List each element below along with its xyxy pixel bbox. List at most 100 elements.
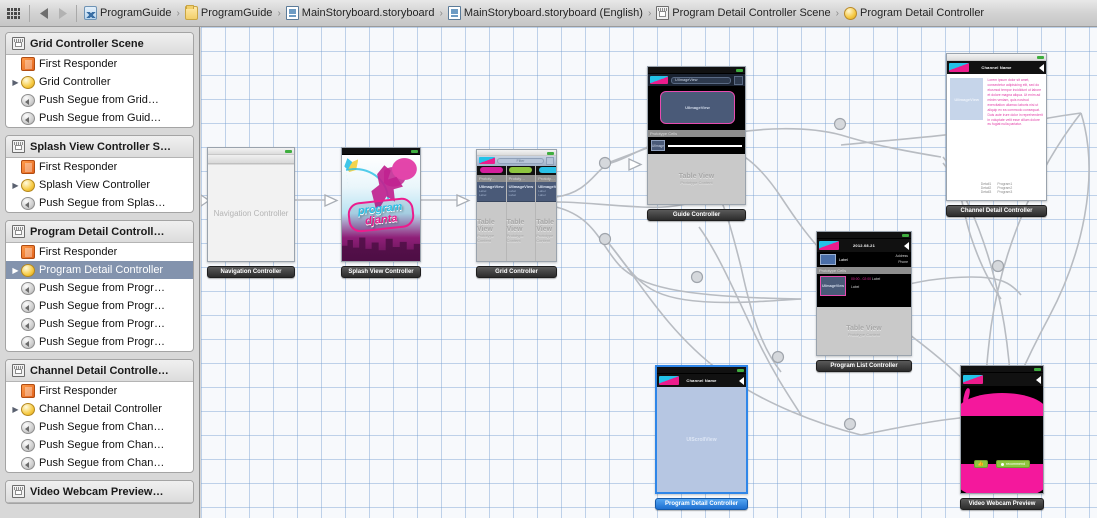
outline-scene-grid-controller[interactable]: Grid Controller Scene ▶ First Responder … [5,32,194,128]
filter-field[interactable]: Filter [497,157,544,164]
scene-navigation-controller[interactable]: Navigation Controller Navigation Control… [207,147,295,278]
grid-toggle-icon[interactable] [546,156,554,165]
scene-label-program-detail-controller[interactable]: Program Detail Controller [655,498,748,510]
guide-media-area[interactable]: UIImageView [648,86,745,130]
outline-scene-header[interactable]: Splash View Controller S… [6,136,193,158]
scene-label-channel-detail-controller[interactable]: Channel Detail Controller [946,205,1047,217]
outline-scene-header[interactable]: Channel Detail Controlle… [6,360,193,382]
outline-row-grid-controller[interactable]: ▶ Grid Controller [6,73,193,91]
scene-label-splash-view-controller[interactable]: Splash View Controller [341,266,421,278]
grid-filter-button-trends[interactable] [509,167,533,174]
program-list-device[interactable]: 2012.08.21 Label Address Phone Prototype… [816,231,912,356]
like-button[interactable]: 👍 [974,460,988,469]
outline-row-channel-detail-controller[interactable]: ▶ Channel Detail Controller [6,400,193,418]
program-detail-device[interactable]: Channel Name UIScrollView [655,365,748,494]
outline-scene-channel-detail-controller[interactable]: Channel Detail Controlle… ▶ First Respon… [5,359,194,473]
outline-scene-header[interactable]: Video Webcam Preview… [6,481,193,503]
breadcrumb-item-storyboard-english[interactable]: MainStoryboard.storyboard (English) [446,3,645,23]
storyboard-canvas[interactable]: Navigation Controller Navigation Control… [201,27,1097,518]
scene-label-program-list-controller[interactable]: Program List Controller [816,360,912,372]
breadcrumb-item-folder[interactable]: ProgramGuide [183,3,275,23]
outline-row-first-responder[interactable]: ▶ First Responder [6,243,193,261]
grid-column[interactable]: Prototy… UIImageView LabelLabel Table Vi… [477,165,507,261]
related-items-grid-icon[interactable] [7,7,20,19]
outline-row-program-detail-controller[interactable]: ▶ Program Detail Controller [6,261,193,279]
outline-scene-header[interactable]: Program Detail Controll… [6,221,193,243]
navigation-controller-device[interactable]: Navigation Controller [207,147,295,262]
scene-splash-view-controller[interactable]: program djanta Splash View Controller [341,147,421,278]
outline-row-segue[interactable]: ▶ Push Segue from Grid… [6,91,193,109]
outline-row-segue[interactable]: ▶ Push Segue from Progr… [6,333,193,351]
guide-prototype-cell[interactable]: UIImage [648,137,745,154]
scene-label-guide-controller[interactable]: Guide Controller [647,209,746,221]
grid-controller-device[interactable]: Filter Prototy… UIImageView LabelLabel [476,149,557,262]
recommend-button[interactable]: recommend [996,460,1030,469]
grid-prototype-cell[interactable]: UIImageView LabelLabel [506,181,536,202]
outline-scene-splash-view-controller[interactable]: Splash View Controller S… ▶ First Respon… [5,135,194,213]
outline-scene-video-webcam-preview[interactable]: Video Webcam Preview… [5,480,194,504]
outline-row-segue[interactable]: ▶ Push Segue from Progr… [6,297,193,315]
video-webcam-device[interactable]: 👍 recommend [960,365,1044,494]
scene-program-detail-controller[interactable]: Channel Name UIScrollView Program Detail… [655,365,748,510]
grid-filter-button-my-list[interactable] [479,167,503,174]
outline-row-segue[interactable]: ▶ Push Segue from Chan… [6,418,193,436]
outline-row-segue[interactable]: ▶ Push Segue from Chan… [6,436,193,454]
outline-row-first-responder[interactable]: ▶ First Responder [6,158,193,176]
outline-row-label: Push Segue from Chan… [39,457,165,469]
app-logo-icon [949,63,969,72]
disclosure-triangle-icon[interactable]: ▶ [10,78,21,87]
disclosure-triangle-icon[interactable]: ▶ [10,181,21,190]
outline-row-segue[interactable]: ▶ Push Segue from Chan… [6,454,193,472]
guide-controller-device[interactable]: UIImageView UIImageView Prototype Cells … [647,66,746,205]
channel-detail-device[interactable]: Channel Name UIImageView Lorem ipsum dol… [946,53,1047,201]
disclosure-triangle-icon[interactable]: ▶ [10,266,21,275]
grid-prototype-cell[interactable]: UIImageView LabelLabel [477,181,506,202]
scene-icon [12,140,25,153]
back-chevron-icon[interactable] [1036,375,1041,384]
scene-label-video-webcam-preview[interactable]: Video Webcam Preview [960,498,1044,510]
disclosure-triangle-icon[interactable]: ▶ [10,405,21,414]
scene-label-grid-controller[interactable]: Grid Controller [476,266,557,278]
forward-arrow-icon[interactable] [54,5,70,21]
outline-row-label: First Responder [39,58,118,70]
outline-scene-program-detail-controller[interactable]: Program Detail Controll… ▶ First Respond… [5,220,194,352]
grid-column[interactable]: Prototy… UIImageView LabelLabel Table Vi… [536,165,556,261]
scene-program-list-controller[interactable]: 2012.08.21 Label Address Phone Prototype… [816,231,912,372]
document-outline-panel[interactable]: Grid Controller Scene ▶ First Responder … [0,27,200,518]
grid-column[interactable]: Prototy… UIImageView LabelLabel Table Vi… [506,165,537,261]
outline-row-segue[interactable]: ▶ Push Segue from Progr… [6,315,193,333]
webcam-video-area[interactable] [961,426,1043,455]
program-detail-scroll-view[interactable]: UIScrollView [657,387,746,492]
outline-scene-header[interactable]: Grid Controller Scene [6,33,193,55]
grid-toggle-icon[interactable] [734,75,743,85]
navigation-bar: Channel Name [657,374,746,387]
scene-video-webcam-preview[interactable]: 👍 recommend Video Webcam Preview [960,365,1044,510]
program-list-prototype-cell[interactable]: UIImageView 00:00 - 02:00 Label Label [817,274,911,307]
outline-row-first-responder[interactable]: ▶ First Responder [6,382,193,400]
outline-row-segue[interactable]: ▶ Push Segue from Guid… [6,109,193,127]
outline-row-segue[interactable]: ▶ Push Segue from Progr… [6,279,193,297]
back-chevron-icon[interactable] [1039,63,1044,72]
back-arrow-icon[interactable] [36,5,52,21]
outline-row-segue[interactable]: ▶ Push Segue from Splas… [6,194,193,212]
guide-search-field[interactable]: UIImageView [671,76,731,84]
back-chevron-icon[interactable] [739,376,744,385]
segue-icon [21,336,35,349]
breadcrumb-item-project[interactable]: ProgramGuide [82,3,174,23]
outline-row-label: First Responder [39,385,118,397]
breadcrumb-separator: › [647,7,652,19]
scene-grid-controller[interactable]: Filter Prototy… UIImageView LabelLabel [476,149,557,278]
scene-channel-detail-controller[interactable]: Channel Name UIImageView Lorem ipsum dol… [946,53,1047,217]
grid-filter-button-best-of[interactable] [539,167,556,174]
breadcrumb-item-controller[interactable]: Program Detail Controller [842,3,986,23]
navigation-bar: Channel Name [947,61,1046,74]
breadcrumb-item-storyboard[interactable]: MainStoryboard.storyboard [284,3,437,23]
splash-device[interactable]: program djanta [341,147,421,262]
grid-prototype-cell[interactable]: UIImageView LabelLabel [536,181,556,202]
breadcrumb-item-scene[interactable]: Program Detail Controller Scene [654,3,832,23]
outline-row-first-responder[interactable]: ▶ First Responder [6,55,193,73]
back-chevron-icon[interactable] [904,241,909,250]
scene-guide-controller[interactable]: UIImageView UIImageView Prototype Cells … [647,66,746,221]
scene-label-navigation-controller[interactable]: Navigation Controller [207,266,295,278]
outline-row-splash-view-controller[interactable]: ▶ Splash View Controller [6,176,193,194]
